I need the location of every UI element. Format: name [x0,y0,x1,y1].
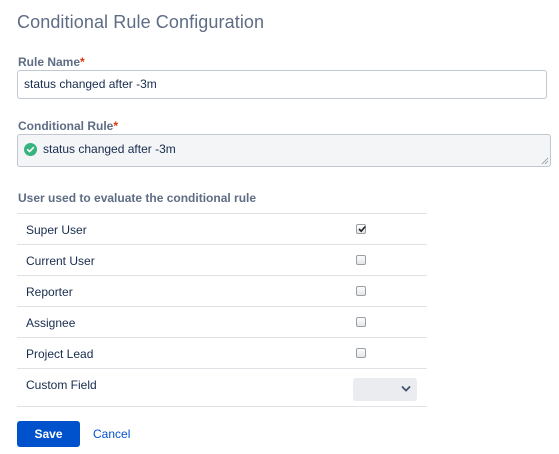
conditional-rule-config-page: Conditional Rule Configuration Rule Name… [0,0,559,454]
rule-name-input[interactable]: status changed after -3m [17,70,547,99]
current-user-checkbox[interactable] [356,255,366,265]
checkmark-icon [358,226,366,233]
cancel-link[interactable]: Cancel [93,427,130,441]
evaluation-section-title: User used to evaluate the conditional ru… [18,191,257,205]
conditional-rule-textarea[interactable]: status changed after -3m [17,134,551,167]
user-option-current-user: Current User [17,244,427,275]
user-option-label: Current User [26,254,95,268]
page-title: Conditional Rule Configuration [17,12,265,32]
user-option-reporter: Reporter [17,275,427,306]
user-option-super-user: Super User [17,213,427,244]
user-option-label: Super User [26,223,87,237]
user-option-custom-field: Custom Field [17,368,427,407]
user-option-label: Custom Field [26,378,97,392]
save-button[interactable]: Save [17,421,80,447]
conditional-rule-label-text: Conditional Rule [18,119,114,133]
user-option-project-lead: Project Lead [17,337,427,368]
check-circle-icon [24,143,37,156]
required-mark: * [80,55,85,69]
evaluation-user-table: Super User Current User Reporter Assigne… [17,213,427,407]
rule-name-label-text: Rule Name [18,55,81,69]
assignee-checkbox[interactable] [356,317,366,327]
super-user-checkbox[interactable] [356,224,366,234]
reporter-checkbox[interactable] [356,286,366,296]
custom-field-select[interactable] [353,378,417,401]
chevron-down-icon [401,386,411,392]
conditional-rule-label: Conditional Rule* [18,119,118,133]
user-option-label: Assignee [26,316,76,330]
user-option-label: Project Lead [26,347,94,361]
conditional-rule-value: status changed after -3m [43,142,176,156]
project-lead-checkbox[interactable] [356,348,366,358]
rule-name-label: Rule Name* [18,55,85,69]
user-option-assignee: Assignee [17,306,427,337]
resize-handle-icon[interactable] [541,157,549,165]
user-option-label: Reporter [26,285,73,299]
required-mark: * [113,119,118,133]
